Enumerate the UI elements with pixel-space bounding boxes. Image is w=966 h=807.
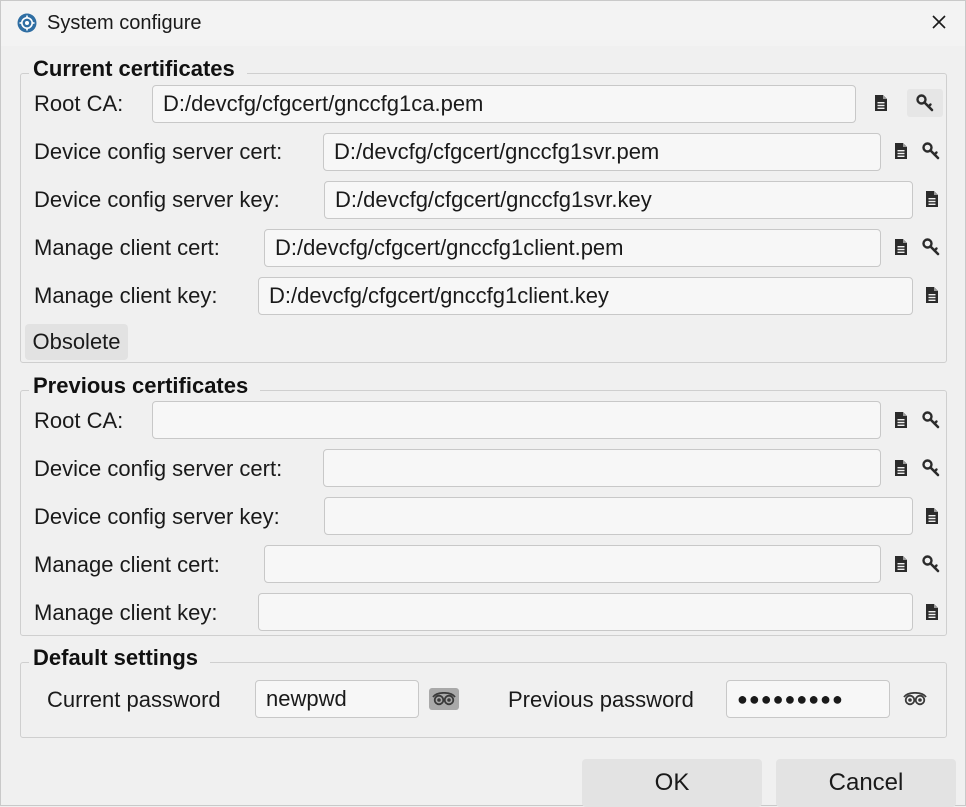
current-client-key-label: Manage client key:	[34, 283, 218, 308]
document-icon	[924, 603, 940, 621]
current-server-key-field[interactable]: D:/devcfg/cfgcert/gnccfg1svr.key	[324, 181, 913, 219]
eye-icon	[432, 692, 456, 706]
document-icon	[873, 94, 889, 112]
document-icon	[893, 459, 909, 477]
previous-password-toggle-button[interactable]	[900, 688, 930, 710]
previous-client-cert-browse-button[interactable]	[887, 550, 915, 578]
previous-server-cert-key-button[interactable]	[917, 454, 945, 482]
document-icon	[924, 190, 940, 208]
current-password-field[interactable]: newpwd	[255, 680, 419, 718]
previous-server-key-field[interactable]	[324, 497, 913, 535]
document-icon	[924, 507, 940, 525]
document-icon	[893, 555, 909, 573]
current-root-ca-label: Root CA:	[34, 91, 124, 116]
current-server-cert-browse-button[interactable]	[887, 137, 915, 165]
current-client-cert-browse-button[interactable]	[887, 233, 915, 261]
previous-certificates-legend: Previous certificates	[29, 373, 261, 399]
dialog-window: System configure Current certificates Ro…	[0, 0, 966, 807]
window-title: System configure	[47, 12, 202, 34]
key-icon	[922, 142, 940, 160]
document-icon	[893, 142, 909, 160]
key-icon	[922, 555, 940, 573]
previous-client-key-browse-button[interactable]	[918, 598, 946, 626]
current-client-cert-field[interactable]: D:/devcfg/cfgcert/gnccfg1client.pem	[264, 229, 881, 267]
eye-icon	[903, 692, 927, 706]
previous-server-cert-field[interactable]	[323, 449, 881, 487]
previous-password-field[interactable]: ●●●●●●●●●	[726, 680, 890, 718]
close-button[interactable]	[919, 9, 959, 39]
previous-client-key-label: Manage client key:	[34, 600, 218, 625]
previous-server-cert-browse-button[interactable]	[887, 454, 915, 482]
previous-root-ca-field[interactable]	[152, 401, 881, 439]
key-icon	[922, 459, 940, 477]
current-client-cert-key-button[interactable]	[917, 233, 945, 261]
document-icon	[924, 286, 940, 304]
current-server-key-browse-button[interactable]	[918, 185, 946, 213]
previous-client-key-field[interactable]	[258, 593, 913, 631]
document-icon	[893, 411, 909, 429]
obsolete-button[interactable]: Obsolete	[25, 324, 128, 360]
key-icon	[916, 94, 934, 112]
gear-icon	[17, 13, 37, 33]
current-password-label: Current password	[47, 687, 221, 712]
close-icon	[931, 14, 947, 35]
previous-root-ca-label: Root CA:	[34, 408, 124, 433]
current-client-key-browse-button[interactable]	[918, 281, 946, 309]
current-root-ca-browse-button[interactable]	[867, 89, 895, 117]
key-icon	[922, 411, 940, 429]
document-icon	[893, 238, 909, 256]
current-server-cert-field[interactable]: D:/devcfg/cfgcert/gnccfg1svr.pem	[323, 133, 881, 171]
previous-server-key-browse-button[interactable]	[918, 502, 946, 530]
current-client-key-field[interactable]: D:/devcfg/cfgcert/gnccfg1client.key	[258, 277, 913, 315]
previous-client-cert-label: Manage client cert:	[34, 552, 220, 577]
current-password-toggle-button[interactable]	[429, 688, 459, 710]
current-certificates-legend: Current certificates	[29, 56, 247, 82]
previous-client-cert-key-button[interactable]	[917, 550, 945, 578]
current-server-key-label: Device config server key:	[34, 187, 280, 212]
previous-password-label: Previous password	[508, 687, 694, 712]
current-root-ca-key-button[interactable]	[907, 89, 943, 117]
key-icon	[922, 238, 940, 256]
previous-root-ca-browse-button[interactable]	[887, 406, 915, 434]
current-server-cert-label: Device config server cert:	[34, 139, 283, 164]
previous-client-cert-field[interactable]	[264, 545, 881, 583]
ok-button[interactable]: OK	[582, 759, 762, 807]
current-client-cert-label: Manage client cert:	[34, 235, 220, 260]
previous-server-cert-label: Device config server cert:	[34, 456, 283, 481]
cancel-button[interactable]: Cancel	[776, 759, 956, 807]
previous-root-ca-key-button[interactable]	[917, 406, 945, 434]
current-server-cert-key-button[interactable]	[917, 137, 945, 165]
title-bar: System configure	[1, 1, 965, 46]
default-settings-legend: Default settings	[29, 645, 211, 671]
current-root-ca-field[interactable]: D:/devcfg/cfgcert/gnccfg1ca.pem	[152, 85, 856, 123]
previous-server-key-label: Device config server key:	[34, 504, 280, 529]
